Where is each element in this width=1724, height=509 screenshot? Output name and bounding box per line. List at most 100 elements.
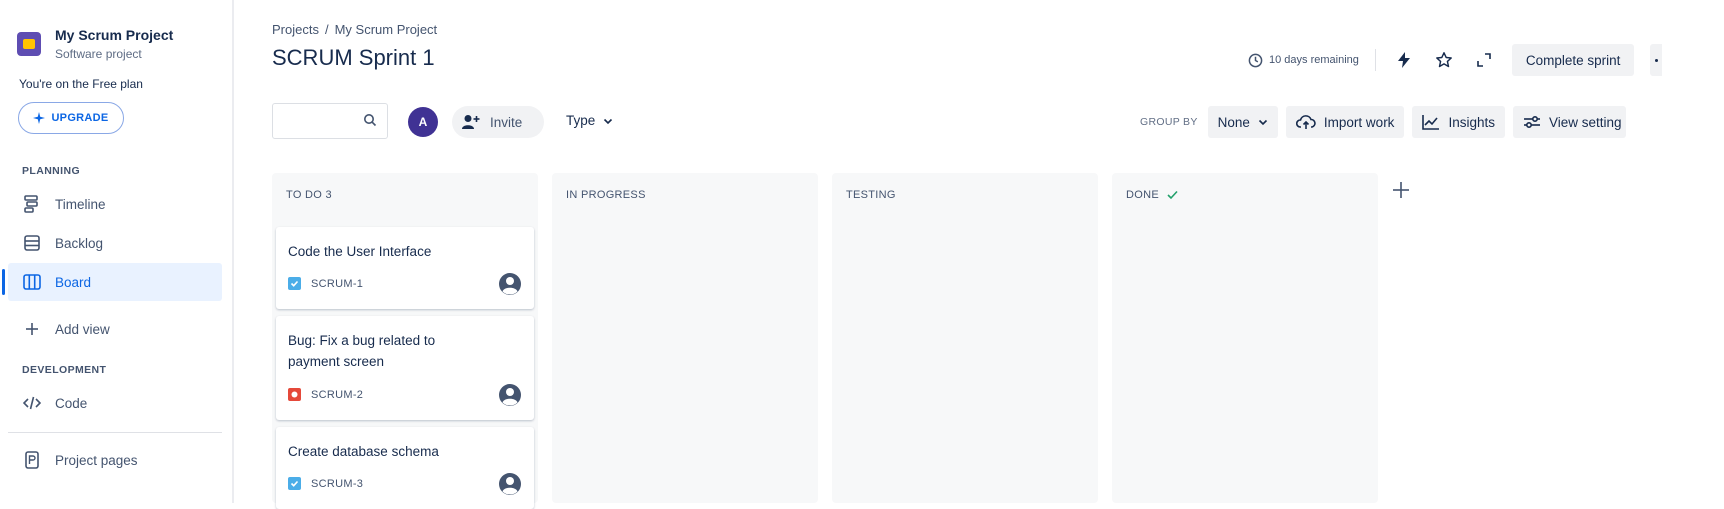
insights-label: Insights	[1448, 114, 1495, 130]
clock-icon	[1248, 53, 1263, 67]
view-settings-button[interactable]: View setting	[1512, 106, 1626, 138]
issue-key: SCRUM-2	[311, 388, 364, 401]
column-title: TESTING	[846, 189, 896, 201]
sidebar-item-label: Code	[55, 395, 88, 411]
plus-icon	[23, 320, 41, 338]
project-type: Software project	[55, 47, 142, 61]
invite-label: Invite	[490, 114, 523, 130]
planning-section-label: PLANNING	[22, 165, 81, 177]
sidebar-item-code[interactable]: Code	[8, 384, 222, 422]
card-title: Code the User Interface	[288, 244, 432, 259]
board-column-done: DONE	[1112, 173, 1378, 503]
column-title-wrapper: DONE	[1126, 189, 1178, 201]
star-icon	[1435, 52, 1452, 68]
card-title: Create database schema	[288, 444, 439, 459]
card-title: Bug: Fix a bug related to payment screen	[288, 333, 436, 369]
issue-card[interactable]: Create database schema SCRUM-3	[276, 427, 534, 509]
card-footer: SCRUM-3	[288, 477, 363, 490]
unassigned-avatar-icon[interactable]	[498, 383, 522, 407]
task-icon	[288, 477, 301, 490]
page-icon	[23, 451, 41, 469]
avatar[interactable]: A	[408, 107, 438, 137]
breadcrumb-project[interactable]: My Scrum Project	[335, 22, 438, 37]
automation-button[interactable]	[1392, 48, 1416, 72]
board-column-in-progress: IN PROGRESS	[552, 173, 818, 503]
board-icon	[23, 273, 41, 291]
sidebar-item-board[interactable]: Board	[2, 263, 222, 301]
chart-line-icon	[1422, 115, 1440, 130]
card-footer: SCRUM-2	[288, 388, 363, 401]
development-section-label: DEVELOPMENT	[22, 364, 107, 376]
column-title: IN PROGRESS	[566, 189, 646, 201]
more-actions-button[interactable]	[1650, 44, 1663, 76]
search-icon	[364, 114, 377, 127]
sidebar-item-backlog[interactable]: Backlog	[8, 224, 222, 262]
sidebar-item-label: Project pages	[55, 452, 138, 468]
breadcrumb-projects[interactable]: Projects	[272, 22, 319, 37]
unassigned-avatar-icon[interactable]	[498, 272, 522, 296]
bug-icon	[288, 388, 301, 401]
card-footer: SCRUM-1	[288, 277, 363, 290]
upgrade-label: UPGRADE	[51, 112, 109, 124]
add-column-button[interactable]	[1387, 176, 1415, 204]
sidebar-item-label: Board	[55, 274, 92, 290]
view-settings-label: View setting	[1548, 114, 1622, 130]
type-filter-button[interactable]: Type	[566, 113, 613, 128]
search-input-wrapper[interactable]	[272, 103, 388, 139]
unassigned-avatar-icon[interactable]	[498, 472, 522, 496]
sidebar-item-label: Timeline	[55, 196, 106, 212]
timeline-icon	[23, 195, 41, 213]
sidebar-item-timeline[interactable]: Timeline	[8, 185, 222, 223]
code-icon	[23, 394, 41, 412]
sidebar-item-label: Backlog	[55, 235, 104, 251]
group-by-label: GROUP BY	[1140, 116, 1198, 128]
import-work-button[interactable]: Import work	[1285, 106, 1405, 138]
sidebar-divider	[8, 432, 222, 433]
search-input[interactable]	[279, 104, 363, 136]
lightning-icon	[1397, 52, 1410, 68]
page-title: SCRUM Sprint 1	[272, 45, 435, 70]
issue-card[interactable]: Bug: Fix a bug related to payment screen…	[276, 316, 534, 420]
breadcrumb: Projects / My Scrum Project	[272, 22, 437, 37]
complete-sprint-button[interactable]: Complete sprint	[1511, 44, 1635, 76]
sidebar: My Scrum Project Software project You're…	[0, 0, 234, 503]
sliders-icon	[1523, 115, 1540, 129]
issue-card[interactable]: Code the User Interface SCRUM-1	[276, 227, 534, 309]
fullscreen-button[interactable]	[1472, 48, 1496, 72]
column-title: DONE	[1126, 189, 1159, 201]
more-icon	[1654, 58, 1658, 62]
backlog-icon	[23, 234, 41, 252]
expand-icon	[1477, 53, 1491, 67]
sparkle-icon	[33, 112, 46, 124]
group-by-select[interactable]: None	[1207, 106, 1278, 138]
sidebar-item-project-pages[interactable]: Project pages	[8, 441, 222, 479]
project-logo-icon	[17, 32, 41, 56]
days-remaining: 10 days remaining	[1248, 53, 1359, 68]
group-by-value: None	[1217, 114, 1250, 130]
board-column-todo: TO DO 3 Code the User Interface SCRUM-1 …	[272, 173, 538, 509]
sidebar-item-add-view[interactable]: Add view	[8, 310, 222, 348]
import-work-label: Import work	[1323, 114, 1395, 130]
checkmark-icon	[1167, 190, 1178, 200]
type-label: Type	[566, 113, 596, 128]
breadcrumb-separator: /	[324, 22, 329, 37]
cloud-upload-icon	[1295, 115, 1316, 129]
upgrade-button[interactable]: UPGRADE	[18, 102, 124, 134]
star-button[interactable]	[1432, 48, 1456, 72]
board-column-testing: TESTING	[832, 173, 1098, 503]
invite-button[interactable]: Invite	[452, 106, 544, 138]
plus-icon	[1393, 182, 1409, 198]
column-title: TO DO 3	[286, 189, 332, 201]
plan-text: You're on the Free plan	[19, 77, 143, 91]
board-tools: GROUP BY None Import work Insights View …	[1140, 105, 1626, 139]
sidebar-item-label: Add view	[55, 321, 110, 337]
add-person-icon	[462, 115, 480, 129]
days-remaining-text: 10 days remaining	[1269, 54, 1359, 66]
divider	[1374, 49, 1376, 71]
insights-button[interactable]: Insights	[1412, 106, 1505, 138]
sprint-actions: 10 days remaining Complete sprint	[1248, 43, 1663, 77]
chevron-down-icon	[1258, 119, 1267, 126]
issue-key: SCRUM-1	[311, 277, 364, 290]
chevron-down-icon	[604, 118, 613, 124]
project-header[interactable]: My Scrum Project Software project	[17, 26, 173, 62]
